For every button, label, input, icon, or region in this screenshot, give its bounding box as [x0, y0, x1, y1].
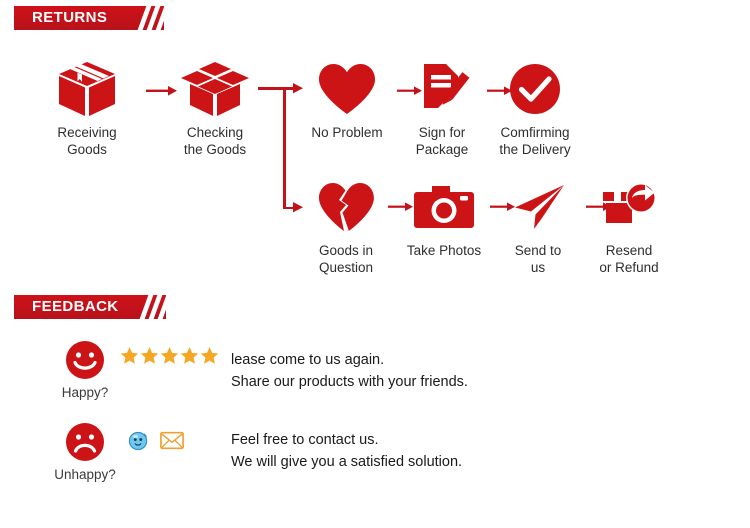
sign-document-icon — [402, 60, 482, 118]
flow-node-label: Take Photos — [406, 243, 482, 258]
star-icon[interactable] — [140, 346, 159, 370]
flow-node-sign-for-package: Sign for Package — [402, 60, 482, 158]
flow-node-label: Resend or Refund — [599, 243, 659, 275]
star-icon[interactable] — [160, 346, 179, 370]
flow-node-label: Comfirming the Delivery — [499, 125, 571, 157]
returns-section-title: RETURNS — [32, 9, 108, 26]
return-box-icon — [585, 178, 673, 236]
closed-box-icon — [37, 60, 137, 118]
flow-node-take-photos: Take Photos — [396, 178, 492, 259]
contact-icons — [128, 430, 184, 456]
flow-node-receiving-goods: Receiving Goods — [37, 60, 137, 158]
flow-node-confirming-delivery: Comfirming the Delivery — [487, 60, 583, 158]
returns-feedback-infographic: RETURNS Receiving Goods Checking the Goo… — [0, 0, 750, 528]
flow-node-label: Checking the Goods — [183, 125, 247, 157]
flow-node-resend-or-refund: Resend or Refund — [585, 178, 673, 276]
returns-section-banner: RETURNS — [14, 6, 170, 30]
feedback-unhappy-face: Unhappy? — [50, 422, 120, 482]
flow-node-label: Send to us — [514, 243, 562, 275]
branch-vertical-line — [283, 87, 286, 209]
smiley-face-icon — [50, 340, 120, 380]
star-icon[interactable] — [120, 346, 139, 370]
chat-bubble-icon[interactable] — [128, 430, 149, 456]
paper-plane-icon — [496, 178, 580, 236]
envelope-icon[interactable] — [160, 431, 184, 455]
feedback-section-banner: FEEDBACK — [14, 295, 172, 319]
flow-node-label: Sign for Package — [415, 125, 469, 157]
camera-icon — [396, 178, 492, 236]
flow-node-goods-in-question: Goods in Question — [300, 178, 392, 276]
feedback-happy-face: Happy? — [50, 340, 120, 400]
feedback-unhappy-message: Feel free to contact us. We will give yo… — [231, 432, 463, 470]
branch-feed-line — [258, 87, 286, 90]
feedback-happy-label: Happy? — [61, 385, 109, 400]
flow-node-label: No Problem — [311, 125, 383, 140]
flow-node-label: Goods in Question — [318, 243, 374, 275]
star-rating[interactable] — [120, 346, 219, 370]
broken-heart-icon — [300, 178, 392, 236]
check-circle-icon — [487, 60, 583, 118]
flow-node-checking-goods: Checking the Goods — [165, 60, 265, 158]
star-icon[interactable] — [180, 346, 199, 370]
star-icon[interactable] — [200, 346, 219, 370]
heart-icon — [300, 60, 394, 118]
feedback-happy-message: lease come to us again. Share our produc… — [231, 352, 468, 390]
sad-face-icon — [50, 422, 120, 462]
open-box-icon — [165, 60, 265, 118]
feedback-unhappy-label: Unhappy? — [54, 467, 116, 482]
flow-node-label: Receiving Goods — [57, 125, 117, 157]
flow-node-send-to-us: Send to us — [496, 178, 580, 276]
feedback-section-title: FEEDBACK — [32, 298, 119, 315]
flow-node-no-problem: No Problem — [300, 60, 394, 141]
